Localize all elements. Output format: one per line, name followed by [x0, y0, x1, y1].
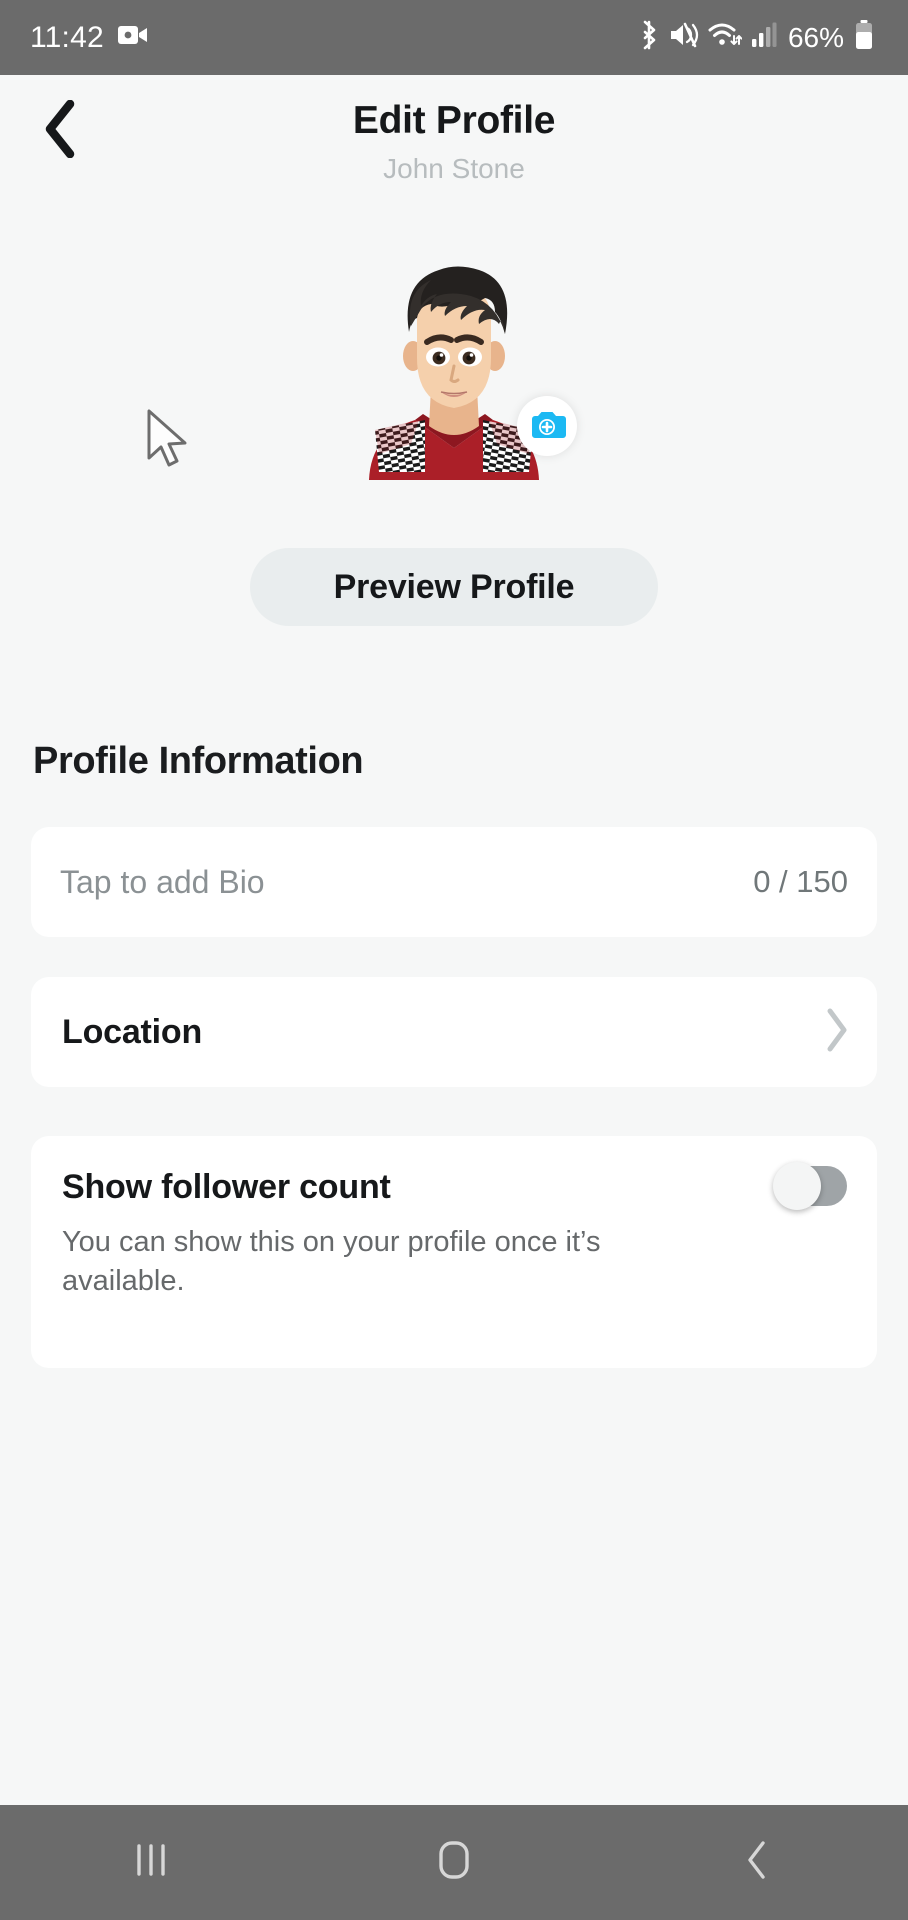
recents-icon — [132, 1838, 170, 1887]
bio-field[interactable]: Tap to add Bio 0 / 150 — [31, 827, 877, 937]
show-follower-count-row: Show follower count You can show this on… — [31, 1136, 877, 1368]
preview-profile-label: Preview Profile — [333, 567, 575, 606]
location-label: Location — [62, 1012, 203, 1051]
status-bar: 11:42 66% — [0, 0, 908, 75]
mouse-pointer — [143, 408, 195, 474]
show-follower-count-toggle[interactable] — [773, 1162, 847, 1210]
back-nav-button[interactable] — [697, 1805, 817, 1920]
battery-icon — [854, 20, 874, 55]
android-navigation-bar — [0, 1805, 908, 1920]
app-header: Edit Profile John Stone — [0, 75, 908, 225]
preview-profile-button[interactable]: Preview Profile — [250, 548, 658, 626]
status-bar-left: 11:42 — [30, 21, 148, 55]
battery-percent-label: 66% — [787, 21, 844, 53]
mute-vibrate-icon — [669, 21, 699, 54]
avatar[interactable] — [339, 248, 577, 480]
show-follower-count-description: You can show this on your profile once i… — [62, 1226, 601, 1297]
show-follower-count-label: Show follower count — [62, 1168, 391, 1206]
back-icon — [741, 1837, 773, 1888]
page-subtitle-username: John Stone — [383, 153, 525, 184]
status-bar-clock: 11:42 — [30, 20, 104, 54]
location-row[interactable]: Location — [31, 977, 877, 1087]
bio-placeholder-label: Tap to add Bio — [60, 863, 265, 900]
cellular-signal-icon — [751, 22, 777, 53]
chevron-right-icon — [822, 1006, 850, 1059]
bio-character-counter: 0 / 150 — [753, 864, 848, 899]
change-avatar-button[interactable] — [517, 396, 577, 456]
recents-button[interactable] — [91, 1805, 211, 1920]
status-bar-right: 66% — [638, 20, 878, 55]
bluetooth-icon — [638, 20, 660, 55]
home-button[interactable] — [394, 1805, 514, 1920]
page-title: Edit Profile — [352, 99, 556, 142]
show-follower-count-header: Show follower count — [62, 1162, 847, 1210]
profile-information-heading: Profile Information — [33, 740, 364, 782]
home-icon — [432, 1837, 476, 1888]
phone-screen: 11:42 66% Edit Profile John Stone Previe… — [0, 0, 908, 1920]
camera-plus-icon — [525, 402, 569, 451]
screen-recorder-icon — [117, 24, 148, 51]
toggle-knob — [773, 1162, 821, 1210]
wifi-icon — [708, 21, 743, 54]
